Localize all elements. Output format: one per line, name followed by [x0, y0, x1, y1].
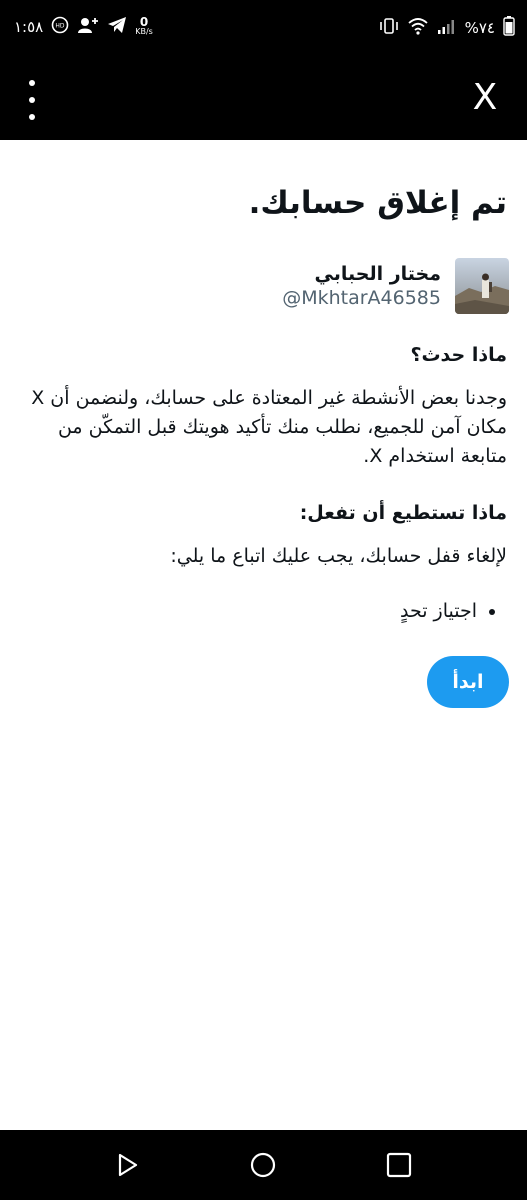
profile-card: مختار الحبابي @MkhtarA46585 — [282, 258, 509, 314]
more-options-button[interactable] — [20, 80, 44, 120]
net-speed: 0 KB/s — [135, 15, 153, 36]
more-dot-icon — [29, 80, 35, 86]
what-to-do-heading: ماذا تستطيع أن تفعل: — [299, 502, 507, 524]
battery-icon — [503, 16, 515, 40]
svg-text:HD: HD — [56, 23, 66, 30]
what-to-do-text: لإلغاء قفل حسابك، يجب عليك اتباع ما يلي: — [170, 545, 507, 567]
status-bar: ١:٥٨ HD 0 KB/s %٧٤ — [0, 0, 527, 58]
more-dot-icon — [29, 114, 35, 120]
vibrate-icon — [379, 17, 399, 39]
close-button[interactable]: X — [463, 76, 507, 120]
what-happened-heading: ماذا حدث؟ — [410, 344, 507, 366]
system-nav-bar — [0, 1130, 527, 1200]
signal-icon — [437, 17, 457, 39]
volte-icon: HD — [51, 16, 69, 38]
status-bar-right: %٧٤ — [379, 16, 515, 40]
telegram-icon — [107, 16, 127, 38]
add-contact-icon — [77, 16, 99, 38]
user-handle: @MkhtarA46585 — [282, 287, 441, 309]
display-name: مختار الحبابي — [314, 263, 442, 285]
list-item: اجتياز تحدٍ — [400, 600, 477, 622]
recents-icon[interactable] — [384, 1150, 414, 1180]
page-title: تم إغلاق حسابك. — [248, 185, 507, 221]
more-dot-icon — [29, 97, 35, 103]
avatar — [455, 258, 509, 314]
status-time: ١:٥٨ — [14, 18, 44, 36]
app-bar: X — [0, 58, 527, 140]
what-happened-text: وجدنا بعض الأنشطة غير المعتادة على حسابك… — [31, 387, 507, 467]
home-icon[interactable] — [248, 1150, 278, 1180]
steps-list: اجتياز تحدٍ — [400, 600, 507, 622]
profile-info: مختار الحبابي @MkhtarA46585 — [282, 263, 441, 309]
status-bar-left: ١:٥٨ HD 0 KB/s — [14, 16, 153, 38]
start-button[interactable]: ابدأ — [427, 656, 509, 708]
wifi-icon — [407, 17, 429, 39]
back-icon[interactable] — [112, 1150, 142, 1180]
account-locked-page: تم إغلاق حسابك. مختار الحبابي @MkhtarA46… — [0, 140, 527, 1130]
battery-percent: %٧٤ — [464, 19, 495, 37]
